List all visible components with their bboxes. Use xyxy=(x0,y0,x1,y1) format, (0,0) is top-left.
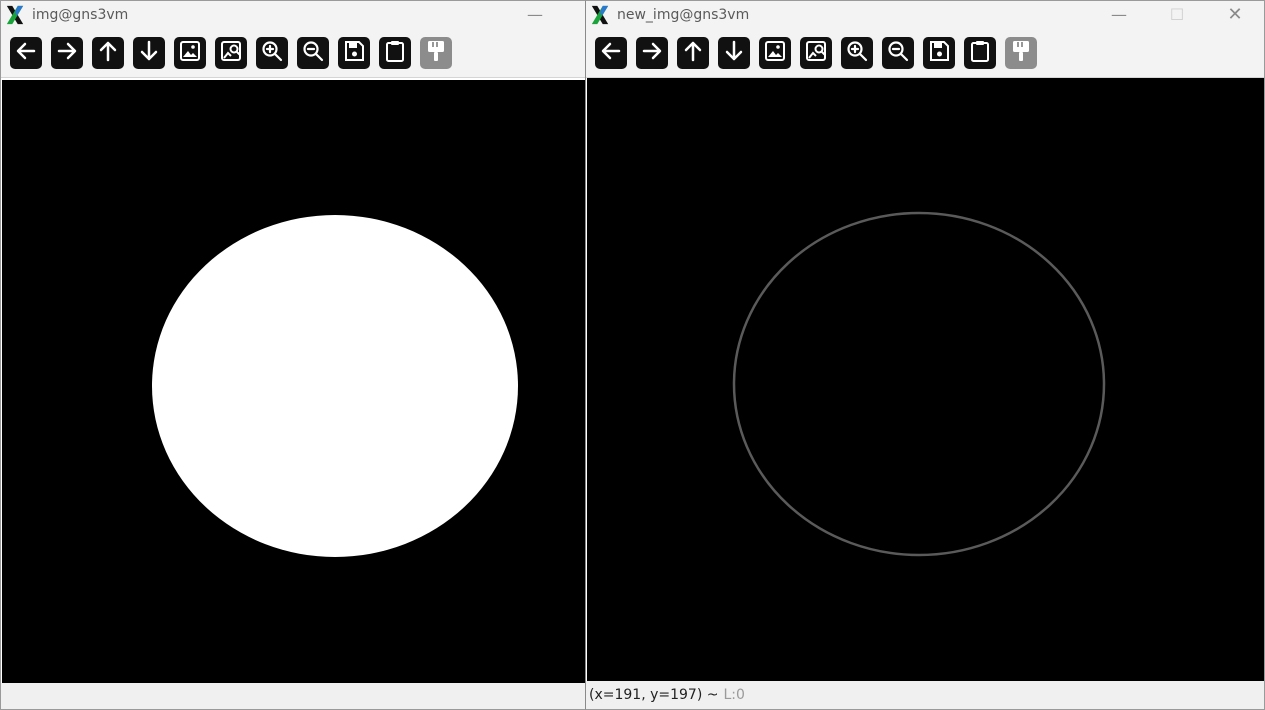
arrow-right-icon xyxy=(55,39,79,67)
zoom-out-icon xyxy=(301,39,325,67)
status-bar xyxy=(1,683,585,709)
forward-button[interactable] xyxy=(51,36,83,69)
x11-logo-icon xyxy=(4,4,26,26)
minimize-button[interactable]: — xyxy=(506,1,564,28)
arrow-left-icon xyxy=(14,39,38,67)
down-button[interactable] xyxy=(718,36,750,69)
back-button[interactable] xyxy=(10,36,42,69)
arrow-up-icon xyxy=(681,39,705,67)
maximize-button[interactable]: ☐ xyxy=(1148,1,1206,28)
image-canvas[interactable] xyxy=(2,80,585,685)
status-bar: (x=191, y=197) ~ L:0 xyxy=(586,681,1264,709)
up-button[interactable] xyxy=(92,36,124,69)
zoom-in-button[interactable] xyxy=(256,36,288,69)
zoom-in-icon xyxy=(845,39,869,67)
image-window-img: img@gns3vm — xyxy=(0,0,586,710)
minimize-button[interactable]: — xyxy=(1090,1,1148,28)
save-button[interactable] xyxy=(923,36,955,69)
properties-button[interactable] xyxy=(420,36,452,69)
toolbar xyxy=(1,28,585,78)
arrow-left-icon xyxy=(599,39,623,67)
image-canvas[interactable] xyxy=(587,78,1264,683)
zoom-to-image-button[interactable] xyxy=(215,36,247,69)
status-level: L:0 xyxy=(723,687,745,703)
image-window-new-img: new_img@gns3vm — ☐ ✕ (x=191, y=197) ~ L:… xyxy=(585,0,1265,710)
paint-brush-icon xyxy=(424,39,448,67)
image-search-icon xyxy=(219,39,243,67)
titlebar[interactable]: new_img@gns3vm — ☐ ✕ xyxy=(586,1,1264,28)
copy-button[interactable] xyxy=(379,36,411,69)
image-icon xyxy=(178,39,202,67)
save-button[interactable] xyxy=(338,36,370,69)
arrow-down-icon xyxy=(137,39,161,67)
zoom-in-icon xyxy=(260,39,284,67)
image-search-icon xyxy=(804,39,828,67)
image-icon xyxy=(763,39,787,67)
back-button[interactable] xyxy=(595,36,627,69)
arrow-up-icon xyxy=(96,39,120,67)
zoom-out-button[interactable] xyxy=(297,36,329,69)
zoom-out-button[interactable] xyxy=(882,36,914,69)
window-title: new_img@gns3vm xyxy=(617,6,750,23)
filled-circle-image xyxy=(152,215,518,557)
x11-logo-icon xyxy=(589,4,611,26)
fit-image-button[interactable] xyxy=(759,36,791,69)
clipboard-icon xyxy=(383,39,407,67)
edge-circle-image xyxy=(732,211,1106,557)
save-icon xyxy=(927,39,951,67)
copy-button[interactable] xyxy=(964,36,996,69)
close-button[interactable]: ✕ xyxy=(1206,1,1264,28)
arrow-down-icon xyxy=(722,39,746,67)
up-button[interactable] xyxy=(677,36,709,69)
zoom-out-icon xyxy=(886,39,910,67)
forward-button[interactable] xyxy=(636,36,668,69)
clipboard-icon xyxy=(968,39,992,67)
save-icon xyxy=(342,39,366,67)
titlebar[interactable]: img@gns3vm — xyxy=(1,1,585,28)
paint-brush-icon xyxy=(1009,39,1033,67)
zoom-to-image-button[interactable] xyxy=(800,36,832,69)
fit-image-button[interactable] xyxy=(174,36,206,69)
status-coordinates: (x=191, y=197) ~ xyxy=(589,687,719,703)
toolbar xyxy=(586,28,1264,78)
zoom-in-button[interactable] xyxy=(841,36,873,69)
window-title: img@gns3vm xyxy=(32,6,129,23)
down-button[interactable] xyxy=(133,36,165,69)
arrow-right-icon xyxy=(640,39,664,67)
properties-button[interactable] xyxy=(1005,36,1037,69)
